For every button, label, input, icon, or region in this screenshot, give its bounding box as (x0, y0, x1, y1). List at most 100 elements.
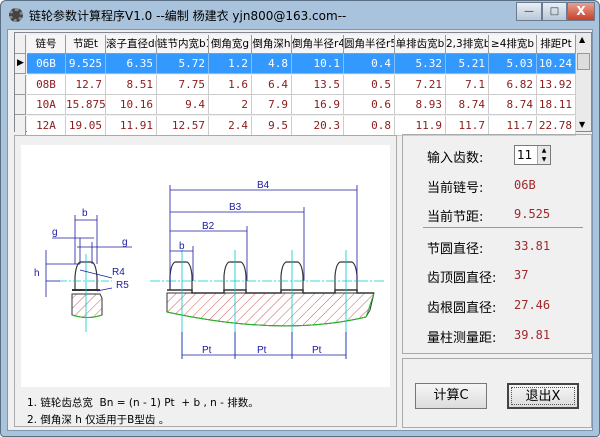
column-header[interactable]: 链节内宽b1 (157, 35, 209, 54)
column-header[interactable]: 节距t (66, 35, 106, 54)
column-header[interactable]: 2,3排宽b (446, 35, 489, 54)
table-cell[interactable]: 5.21 (446, 54, 489, 74)
table-cell[interactable]: 11.7 (489, 115, 537, 136)
pitch-dia-value: 33.81 (514, 239, 551, 253)
table-cell[interactable]: 18.11 (537, 95, 576, 115)
table-cell[interactable]: 5.72 (157, 54, 209, 74)
column-header[interactable]: 链号 (27, 35, 66, 54)
table-cell[interactable]: 11.7 (446, 115, 489, 136)
table-cell[interactable]: 13.5 (292, 74, 344, 95)
spin-down-icon[interactable]: ▼ (537, 155, 550, 164)
table-cell[interactable]: 19.05 (66, 115, 106, 136)
dim-label-b-multi: b (179, 241, 185, 252)
column-header[interactable]: ≥4排宽b (489, 35, 537, 54)
minimize-button[interactable]: — (516, 2, 542, 21)
grid-corner (15, 35, 26, 54)
column-header[interactable]: 滚子直径dr (106, 35, 157, 54)
table-cell[interactable]: 0.6 (344, 95, 395, 115)
calculate-button[interactable]: 计算C (415, 383, 487, 409)
table-cell[interactable]: 7.75 (157, 74, 209, 95)
row-indicator[interactable] (15, 95, 26, 115)
table-cell[interactable]: 2.4 (209, 115, 252, 136)
column-header[interactable]: 倒角半径r4 (292, 35, 344, 54)
column-header[interactable]: 圆角半径r5 (344, 35, 395, 54)
dim-label-r4: R4 (112, 267, 125, 278)
table-cell[interactable]: 7.21 (395, 74, 446, 95)
table-cell[interactable]: 1.6 (209, 74, 252, 95)
table-cell[interactable]: 9.4 (157, 95, 209, 115)
table-cell[interactable]: 8.74 (446, 95, 489, 115)
dim-label-b3: B3 (229, 202, 242, 213)
dim-label-g-left: g (52, 227, 58, 238)
table-cell[interactable]: 10.16 (106, 95, 157, 115)
diagram-group: b g g h R4 R5 B4 B3 B2 b Pt Pt Pt 1. 链轮齿… (14, 135, 397, 427)
results-panel: 输入齿数: ▲ ▼ 当前链号: 06B 当前节距: 9.525 节圆直径: 33… (402, 134, 592, 354)
teeth-count-input[interactable] (515, 146, 537, 164)
table-cell[interactable]: 6.82 (489, 74, 537, 95)
table-cell[interactable]: 4.8 (252, 54, 292, 74)
table-cell[interactable]: 7.9 (252, 95, 292, 115)
table-cell[interactable]: 06B (27, 54, 66, 74)
table-cell[interactable]: 9.525 (66, 54, 106, 74)
teeth-label: 输入齿数: (427, 151, 484, 166)
table-cell[interactable]: 11.9 (395, 115, 446, 136)
dim-label-b2: B2 (202, 221, 215, 232)
pitch-label: 当前节距: (427, 210, 484, 225)
column-header[interactable]: 单排齿宽b (395, 35, 446, 54)
table-cell[interactable]: 8.74 (489, 95, 537, 115)
row-indicator[interactable] (15, 115, 26, 136)
table-cell[interactable]: 0.4 (344, 54, 395, 74)
separator (423, 227, 583, 228)
close-button[interactable]: X (567, 2, 595, 21)
tip-dia-label: 齿顶圆直径: (427, 271, 497, 286)
table-cell[interactable]: 16.9 (292, 95, 344, 115)
sprocket-diagram: b g g h R4 R5 B4 B3 B2 b Pt Pt Pt (21, 145, 390, 387)
maximize-button[interactable]: □ (542, 2, 567, 21)
table-cell[interactable]: 2 (209, 95, 252, 115)
table-cell[interactable]: 10.24 (537, 54, 576, 74)
table-cell[interactable]: 0.5 (344, 74, 395, 95)
spin-up-icon[interactable]: ▲ (537, 146, 550, 155)
button-panel: 计算C 退出X (402, 358, 592, 428)
scroll-down-icon[interactable]: ▼ (579, 120, 585, 129)
table-cell[interactable]: 22.78 (537, 115, 576, 136)
table-cell[interactable]: 5.03 (489, 54, 537, 74)
scroll-thumb[interactable] (577, 53, 590, 70)
teeth-count-spinner[interactable]: ▲ ▼ (514, 145, 551, 165)
dim-label-g-right: g (122, 237, 128, 248)
column-header[interactable]: 倒角深h (252, 35, 292, 54)
table-cell[interactable]: 15.875 (66, 95, 106, 115)
table-cell[interactable]: 08B (27, 74, 66, 95)
table-cell[interactable]: 12.7 (66, 74, 106, 95)
chain-label: 当前链号: (427, 181, 484, 196)
table-cell[interactable]: 8.93 (395, 95, 446, 115)
column-header[interactable]: 倒角宽g (209, 35, 252, 54)
table-cell[interactable]: 8.51 (106, 74, 157, 95)
pin-dist-label: 量柱测量距: (427, 331, 497, 346)
table-cell[interactable]: 9.5 (252, 115, 292, 136)
row-indicator[interactable]: ▶ (15, 54, 26, 74)
current-row-icon: ▶ (17, 58, 24, 68)
column-header[interactable]: 排距Pt (537, 35, 576, 54)
table-cell[interactable]: 1.2 (209, 54, 252, 74)
table-cell[interactable]: 20.3 (292, 115, 344, 136)
table-cell[interactable]: 7.1 (446, 74, 489, 95)
table-cell[interactable]: 12A (27, 115, 66, 136)
table-cell[interactable]: 10.1 (292, 54, 344, 74)
dim-label-pt-2: Pt (257, 345, 267, 356)
table-cell[interactable]: 6.4 (252, 74, 292, 95)
table-cell[interactable]: 0.8 (344, 115, 395, 136)
dim-label-pt-1: Pt (202, 345, 212, 356)
table-cell[interactable]: 10A (27, 95, 66, 115)
exit-button[interactable]: 退出X (507, 383, 579, 409)
table-cell[interactable]: 6.35 (106, 54, 157, 74)
row-indicator[interactable] (15, 74, 26, 95)
vertical-scrollbar[interactable]: ▲ ▼ (575, 33, 591, 131)
table-cell[interactable]: 5.32 (395, 54, 446, 74)
scroll-up-icon[interactable]: ▲ (579, 35, 585, 44)
chain-data-grid[interactable]: ▲ ▼ 链号 节距t 滚子直径dr 链节内宽b1 倒角宽g 倒角深h 倒角半径r4 圆角半径r… (14, 32, 592, 136)
pitch-dia-label: 节圆直径: (427, 242, 484, 257)
table-cell[interactable]: 11.91 (106, 115, 157, 136)
table-cell[interactable]: 13.92 (537, 74, 576, 95)
table-cell[interactable]: 12.57 (157, 115, 209, 136)
